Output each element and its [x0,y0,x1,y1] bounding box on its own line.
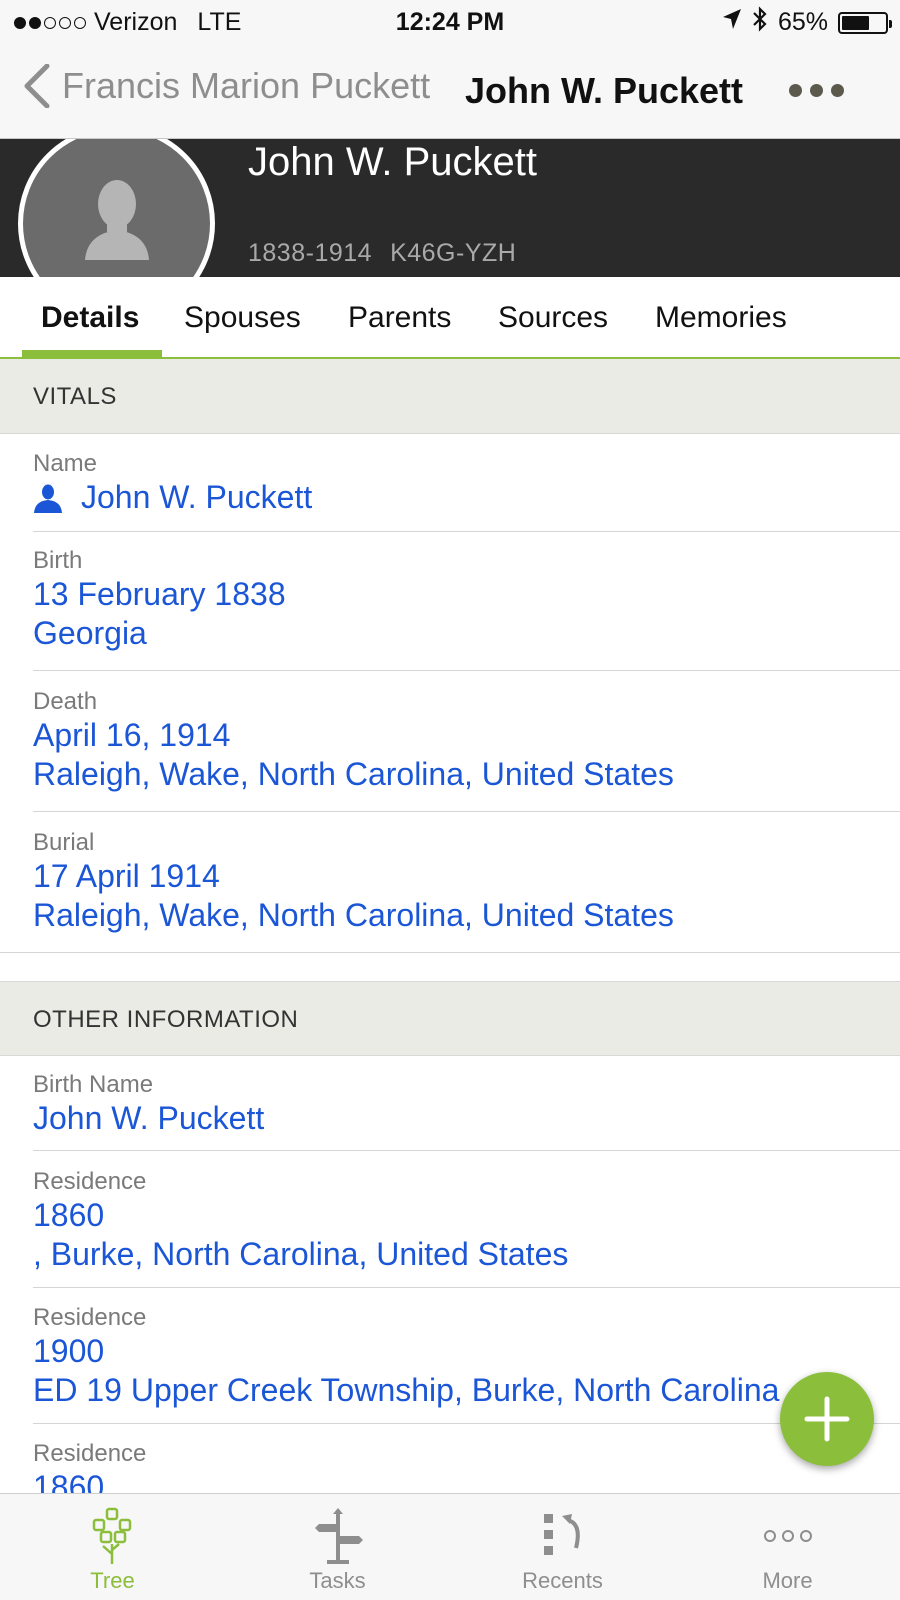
residence-field[interactable]: Residence 1900 ED 19 Upper Creek Townshi… [33,1304,900,1424]
field-label: Residence [33,1168,147,1195]
tabbar-label: Tree [90,1568,135,1593]
tab-memories[interactable]: Memories [655,301,787,335]
person-name: John W. Puckett [248,140,538,184]
chevron-left-icon [24,64,50,108]
back-button[interactable]: Francis Marion Puckett [24,64,430,108]
section-gap [0,953,900,981]
more-dots-icon [763,1530,812,1542]
person-meta: 1838-1914 K46G-YZH [248,239,516,268]
residence-place: , Burke, North Carolina, United States [33,1236,569,1272]
tree-icon [92,1507,131,1564]
tab-spouses[interactable]: Spouses [184,301,301,335]
status-bar: Verizon LTE 12:24 PM 65% [0,0,900,44]
tabbar-item-tasks[interactable]: Tasks [225,1494,450,1600]
burial-field[interactable]: Burial 17 April 1914 Raleigh, Wake, Nort… [0,829,900,953]
detail-tabs: Details Spouses Parents Sources Memories [0,277,900,359]
avatar[interactable] [18,139,215,277]
tab-parents[interactable]: Parents [348,301,451,335]
field-label: Residence [33,1304,147,1331]
death-place: Raleigh, Wake, North Carolina, United St… [33,756,674,792]
tab-sources[interactable]: Sources [498,301,608,335]
tabbar-item-recents[interactable]: Recents [450,1494,675,1600]
nav-title: John W. Puckett [465,70,744,111]
tabbar-label: More [762,1568,813,1593]
field-label: Burial [33,829,95,856]
plus-icon [804,1396,850,1442]
person-icon [34,484,62,513]
death-date: April 16, 1914 [33,717,231,753]
tabbar-item-tree[interactable]: Tree [0,1494,225,1600]
residence-date: 1860 [33,1197,105,1233]
residence-place: ED 19 Upper Creek Township, Burke, North… [33,1372,780,1408]
recents-icon [543,1514,580,1555]
name-value: John W. Puckett [81,479,313,515]
field-label: Residence [33,1440,147,1467]
tabbar-label: Recents [522,1568,603,1593]
person-silhouette-icon [85,180,149,260]
location-arrow-icon [722,8,742,37]
field-label: Name [33,450,98,477]
field-label: Birth Name [33,1071,154,1098]
birth-field[interactable]: Birth 13 February 1838 Georgia [33,547,900,671]
bluetooth-icon [752,6,768,39]
death-field[interactable]: Death April 16, 1914 Raleigh, Wake, Nort… [33,688,900,812]
add-button[interactable] [780,1372,874,1466]
vitals-section-header: VITALS [0,359,900,434]
name-field[interactable]: Name John W. Puckett [33,450,900,532]
birth-date: 13 February 1838 [33,576,286,612]
residence-field[interactable]: Residence 1860 , Burke, North Carolina, … [33,1168,900,1288]
back-label: Francis Marion Puckett [62,65,431,106]
person-lifespan: 1838-1914 [248,239,373,267]
tabbar-item-more[interactable]: More [675,1494,900,1600]
signpost-icon [314,1508,363,1564]
person-id: K46G-YZH [390,239,517,267]
other-info-section-header: OTHER INFORMATION [0,981,900,1056]
navigation-bar: Francis Marion Puckett John W. Puckett [0,44,900,139]
field-label: Birth [33,547,83,574]
bottom-tab-bar: Tree Tasks Recents More [0,1493,900,1600]
burial-place: Raleigh, Wake, North Carolina, United St… [33,897,674,933]
person-header: John W. Puckett 1838-1914 K46G-YZH [0,139,900,277]
birth-place: Georgia [33,615,147,651]
tab-details[interactable]: Details [41,301,139,335]
more-options-icon[interactable] [789,84,844,97]
tabbar-label: Tasks [309,1568,366,1593]
battery-icon [838,11,892,34]
field-label: Death [33,688,98,715]
birth-name-field[interactable]: Birth Name John W. Puckett [33,1071,900,1151]
burial-date: 17 April 1914 [33,858,220,894]
active-tab-indicator [22,350,162,357]
residence-date: 1900 [33,1333,105,1369]
battery-percent: 65% [777,8,828,36]
birth-name-value: John W. Puckett [33,1100,265,1136]
